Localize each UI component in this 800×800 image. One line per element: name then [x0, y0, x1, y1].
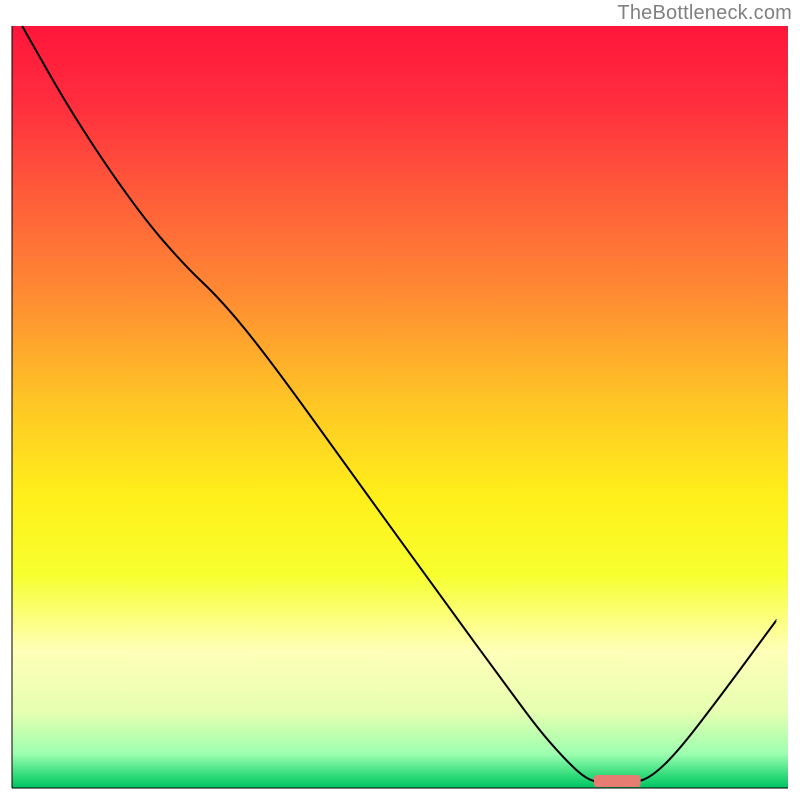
- bottleneck-chart: TheBottleneck.com: [0, 0, 800, 800]
- plot-area: [12, 26, 788, 788]
- chart-svg: [0, 0, 800, 800]
- optimal-marker: [594, 775, 641, 787]
- watermark-label: TheBottleneck.com: [617, 2, 792, 25]
